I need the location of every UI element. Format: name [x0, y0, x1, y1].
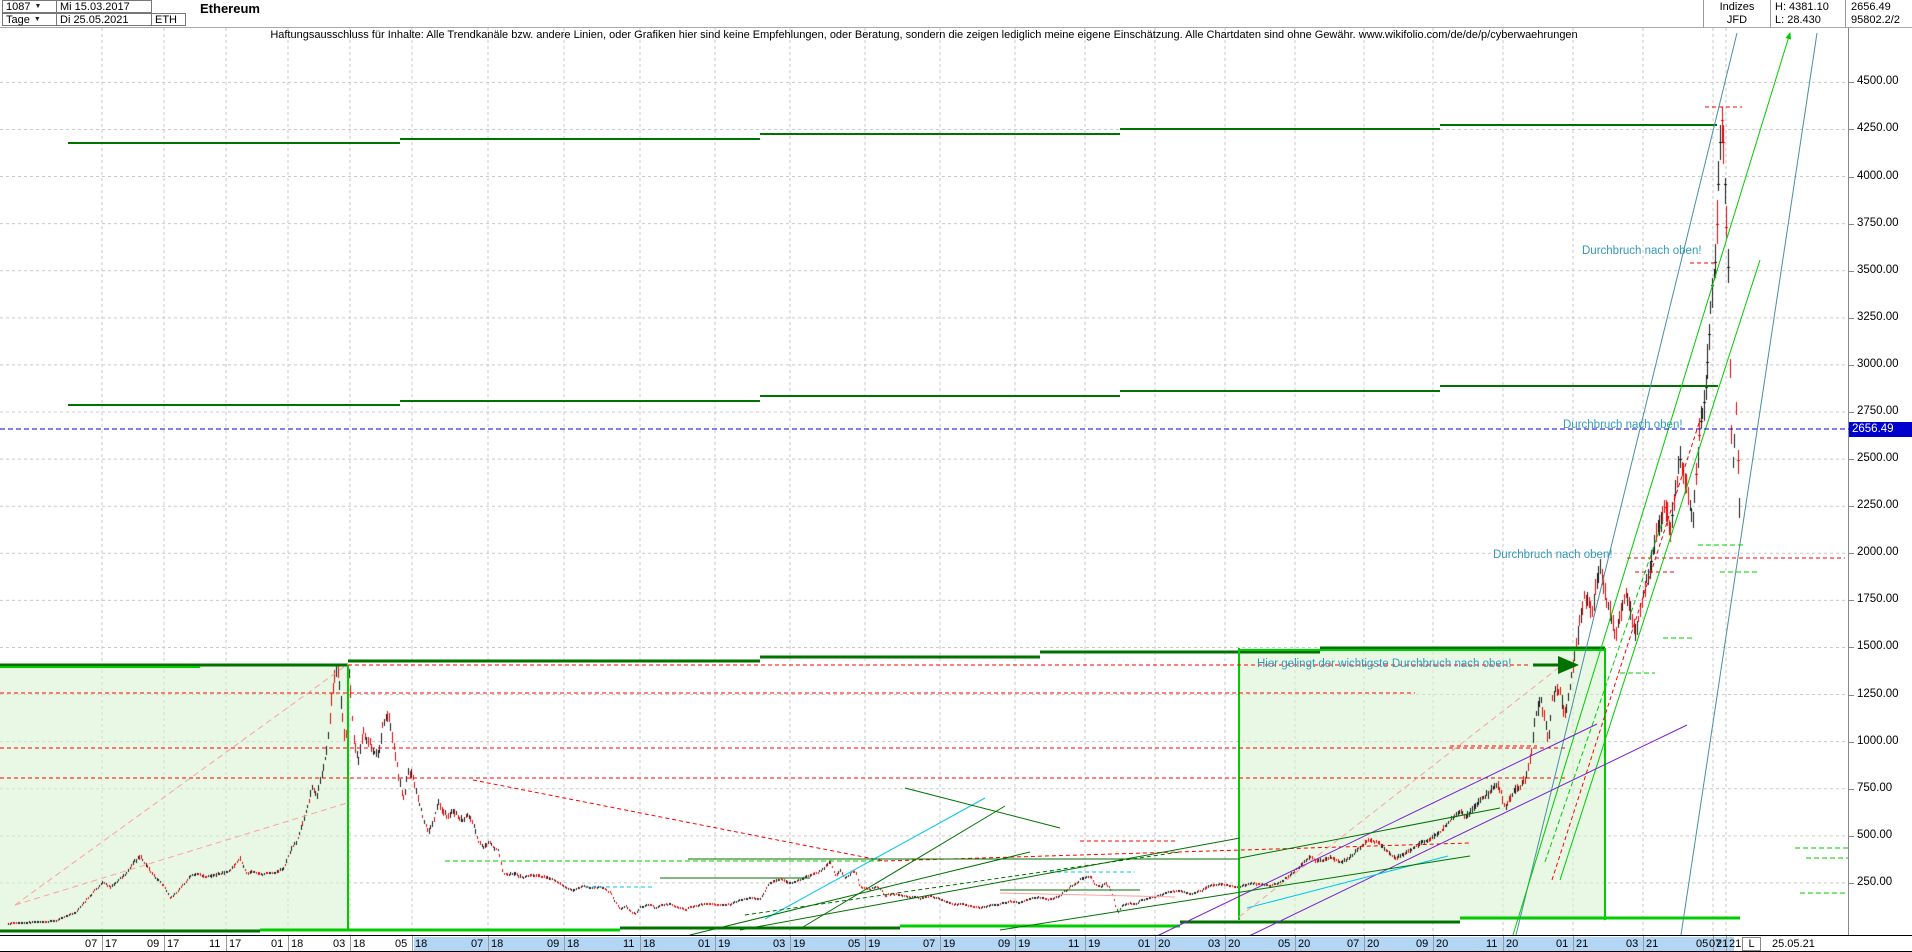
breakout-annotation: Durchbruch nach oben! — [1582, 245, 1702, 257]
breakout-annotation: Durchbruch nach oben! — [1563, 419, 1683, 431]
bars-count-dropdown[interactable]: 1087 ▼ — [2, 0, 57, 13]
date-axis-label: 01 — [1556, 938, 1568, 950]
date-axis-label: 19 — [943, 938, 955, 950]
bars-count-value: 1087 — [6, 1, 30, 13]
date-axis-label: 07 — [923, 938, 935, 950]
date-axis-label: 18 — [415, 938, 427, 950]
symbol-value: ETH — [155, 14, 177, 26]
timeframe-value: Tage — [6, 14, 30, 26]
volume-label: 95802.2/2 — [1851, 14, 1900, 26]
date-axis-label: 05 — [1278, 938, 1290, 950]
trendline-layer — [0, 0, 1912, 952]
date-axis-label: 11 — [623, 938, 634, 950]
date-axis-label: 01 — [1138, 938, 1150, 950]
date-axis-label: 17 — [105, 938, 117, 950]
group-label: Indizes — [1707, 1, 1767, 13]
taipan-chart-window: Haftungsausschluss für Inhalte: Alle Tre… — [0, 0, 1912, 952]
high-label: H: 4381.10 — [1775, 1, 1829, 13]
date-axis-label: 09 — [1416, 938, 1428, 950]
date-axis-label: 05 — [848, 938, 860, 950]
last-bar-marker: L — [1742, 937, 1761, 951]
start-date-value: Mi 15.03.2017 — [60, 1, 130, 13]
date-axis-label: 18 — [567, 938, 579, 950]
date-axis-label: 09 — [547, 938, 559, 950]
date-axis-label: 21 — [1646, 938, 1658, 950]
date-axis-label: 20 — [1228, 938, 1240, 950]
end-date-value: Di 25.05.2021 — [60, 14, 129, 26]
low-label: L: 28.430 — [1775, 14, 1821, 26]
date-axis-label: 19 — [793, 938, 805, 950]
chevron-down-icon: ▼ — [34, 3, 41, 10]
date-axis-label: 21 — [1729, 938, 1741, 950]
date-axis-label: 07 — [471, 938, 483, 950]
date-axis-label: 18 — [353, 938, 365, 950]
start-date-field[interactable]: Mi 15.03.2017 — [56, 0, 152, 13]
date-axis-label: 18 — [491, 938, 503, 950]
date-axis-label: 09 — [998, 938, 1010, 950]
date-axis-label: 19 — [718, 938, 730, 950]
breakout-annotation: Durchbruch nach oben! — [1493, 549, 1613, 561]
date-axis-label: 05 — [1696, 938, 1708, 950]
date-axis-label: 20 — [1158, 938, 1170, 950]
date-axis-label: 01 — [698, 938, 710, 950]
page-title: Ethereum — [200, 1, 260, 16]
date-axis-label: 18 — [643, 938, 655, 950]
last-date-label: 25.05.21 — [1772, 938, 1815, 950]
date-axis-label: 01 — [271, 938, 283, 950]
date-axis-label: 05 — [395, 938, 407, 950]
date-axis-label: 17 — [229, 938, 241, 950]
date-axis-label: 20 — [1367, 938, 1379, 950]
chevron-down-icon: ▼ — [34, 16, 41, 23]
date-axis[interactable]: 07 17 09 17 11 17 01 18 03 18 05 18 07 18 09 18 11 18 01 19… — [0, 935, 1912, 952]
date-axis-label: 09 — [147, 938, 159, 950]
date-axis-label: 19 — [868, 938, 880, 950]
date-axis-label: 11 — [1068, 938, 1079, 950]
date-axis-label: 03 — [1208, 938, 1220, 950]
date-axis-label: 03 — [1626, 938, 1638, 950]
timeframe-dropdown[interactable]: Tage ▼ — [2, 13, 57, 26]
last-price-label: 2656.49 — [1851, 1, 1891, 13]
breakout-annotation: Hier gelingt der wichtigste Durchbruch n… — [1257, 658, 1511, 670]
date-axis-label: 21 — [1576, 938, 1588, 950]
date-axis-label: 11 — [209, 938, 220, 950]
symbol-field[interactable]: ETH — [151, 13, 186, 26]
date-axis-label: 20 — [1436, 938, 1448, 950]
date-axis-label: 19 — [1088, 938, 1100, 950]
end-date-field[interactable]: Di 25.05.2021 — [56, 13, 152, 26]
date-axis-label: 03 — [773, 938, 785, 950]
date-axis-label: 19 — [1018, 938, 1030, 950]
header-bar: 1087 ▼ Mi 15.03.2017 Tage ▼ Di 25.05.202… — [0, 0, 1912, 28]
date-axis-label: 18 — [291, 938, 303, 950]
date-axis-label: 20 — [1506, 938, 1518, 950]
date-axis-label: 11 — [1486, 938, 1497, 950]
date-axis-label: 07 — [85, 938, 97, 950]
date-axis-label: 17 — [167, 938, 179, 950]
chart-area: Haftungsausschluss für Inhalte: Alle Tre… — [0, 0, 1912, 952]
date-axis-label: 03 — [333, 938, 345, 950]
date-axis-label: 20 — [1298, 938, 1310, 950]
broker-label: JFD — [1707, 14, 1767, 26]
date-axis-label: 07 — [1347, 938, 1359, 950]
date-axis-label: 07 — [1709, 938, 1721, 950]
